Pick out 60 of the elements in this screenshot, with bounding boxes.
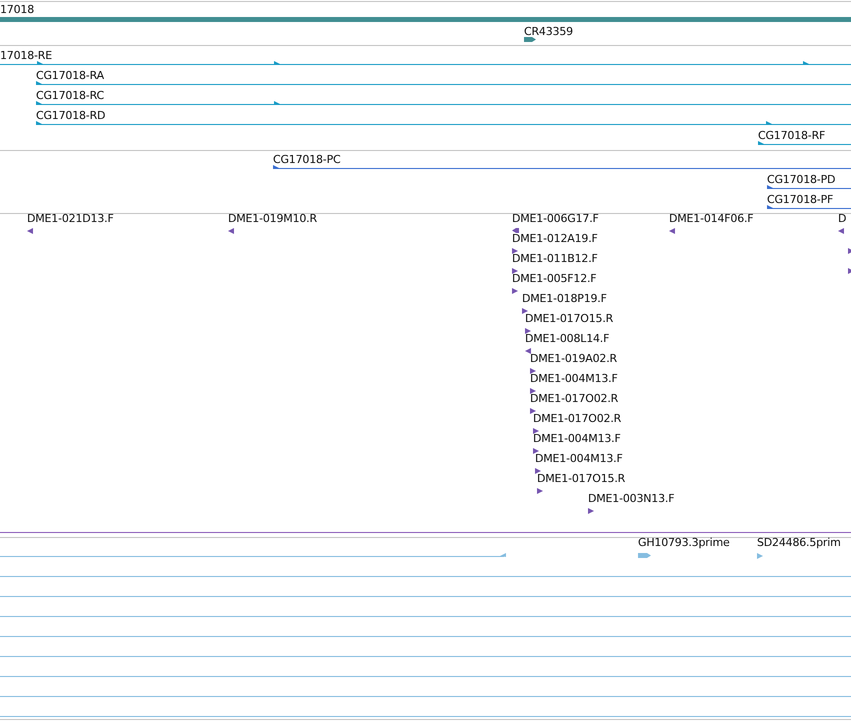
feature-label: CG17018-RD xyxy=(36,111,106,121)
feature-label: CG17018-PC xyxy=(273,155,340,165)
feature-label: DME1-004M13.F xyxy=(530,374,618,384)
feature-marker[interactable] xyxy=(838,228,844,234)
feature-label: DME1-017O15.R xyxy=(537,474,626,484)
feature-label: SD24486.5prim xyxy=(757,538,841,548)
feature-label: 17018 xyxy=(0,5,34,15)
feature-label: CR43359 xyxy=(524,27,573,37)
feature-marker[interactable] xyxy=(512,248,518,254)
feature-label: CG17018-PD xyxy=(767,175,836,185)
feature-marker[interactable] xyxy=(537,488,543,494)
transcript-line[interactable] xyxy=(0,61,851,65)
feature-label: DME1-019M10.R xyxy=(228,214,317,224)
feature-marker[interactable] xyxy=(530,388,536,394)
feature-label: 17018-RE xyxy=(0,51,52,61)
transcript-line[interactable] xyxy=(273,165,851,169)
feature-marker[interactable] xyxy=(525,328,531,334)
feature-marker[interactable] xyxy=(535,468,541,474)
feature-label: DME1-004M13.F xyxy=(535,454,623,464)
transcript-line[interactable] xyxy=(758,141,851,145)
feature-marker[interactable] xyxy=(27,228,33,234)
transcript-line[interactable] xyxy=(767,185,851,189)
feature-marker[interactable] xyxy=(228,228,234,234)
feature-label: DME1-003N13.F xyxy=(588,494,674,504)
feature-marker[interactable] xyxy=(512,288,518,294)
transcript-line[interactable] xyxy=(767,205,851,209)
feature-marker[interactable] xyxy=(588,508,594,514)
feature-label: DME1-005F12.F xyxy=(512,274,596,284)
feature-marker[interactable] xyxy=(525,348,531,354)
feature-marker[interactable] xyxy=(757,553,763,559)
feature-block[interactable] xyxy=(512,228,519,233)
feature-label: DME1-017O02.R xyxy=(530,394,618,404)
feature-marker[interactable] xyxy=(530,408,536,414)
feature-marker[interactable] xyxy=(533,428,539,434)
feature-label: DME1-019A02.R xyxy=(530,354,617,364)
feature-block[interactable] xyxy=(524,37,536,42)
feature-label: DME1-014F06.F xyxy=(669,214,754,224)
feature-label: CG17018-RA xyxy=(36,71,104,81)
transcript-line[interactable] xyxy=(36,81,851,85)
feature-label: CG17018-PF xyxy=(767,195,834,205)
feature-marker[interactable] xyxy=(533,448,539,454)
feature-marker[interactable] xyxy=(669,228,675,234)
feature-label: DME1-006G17.F xyxy=(512,214,599,224)
feature-marker[interactable] xyxy=(512,268,518,274)
feature-marker[interactable] xyxy=(530,368,536,374)
feature-label: DME1-021D13.F xyxy=(27,214,114,224)
feature-label: DME1-004M13.F xyxy=(533,434,621,444)
feature-label: CG17018-RC xyxy=(36,91,104,101)
feature-marker[interactable] xyxy=(522,308,528,314)
feature-label: DME1-012A19.F xyxy=(512,234,598,244)
feature-label: DME1-017O02.R xyxy=(533,414,622,424)
feature-label: D xyxy=(838,214,846,224)
feature-label: GH10793.3prime xyxy=(638,538,730,548)
feature-label: DME1-011B12.F xyxy=(512,254,598,264)
transcript-line[interactable] xyxy=(36,121,851,125)
feature-label: DME1-008L14.F xyxy=(525,334,610,344)
feature-label: DME1-017O15.R xyxy=(525,314,614,324)
feature-label: DME1-018P19.F xyxy=(522,294,607,304)
transcript-line[interactable] xyxy=(36,101,851,105)
feature-label: CG17018-RF xyxy=(758,131,826,141)
